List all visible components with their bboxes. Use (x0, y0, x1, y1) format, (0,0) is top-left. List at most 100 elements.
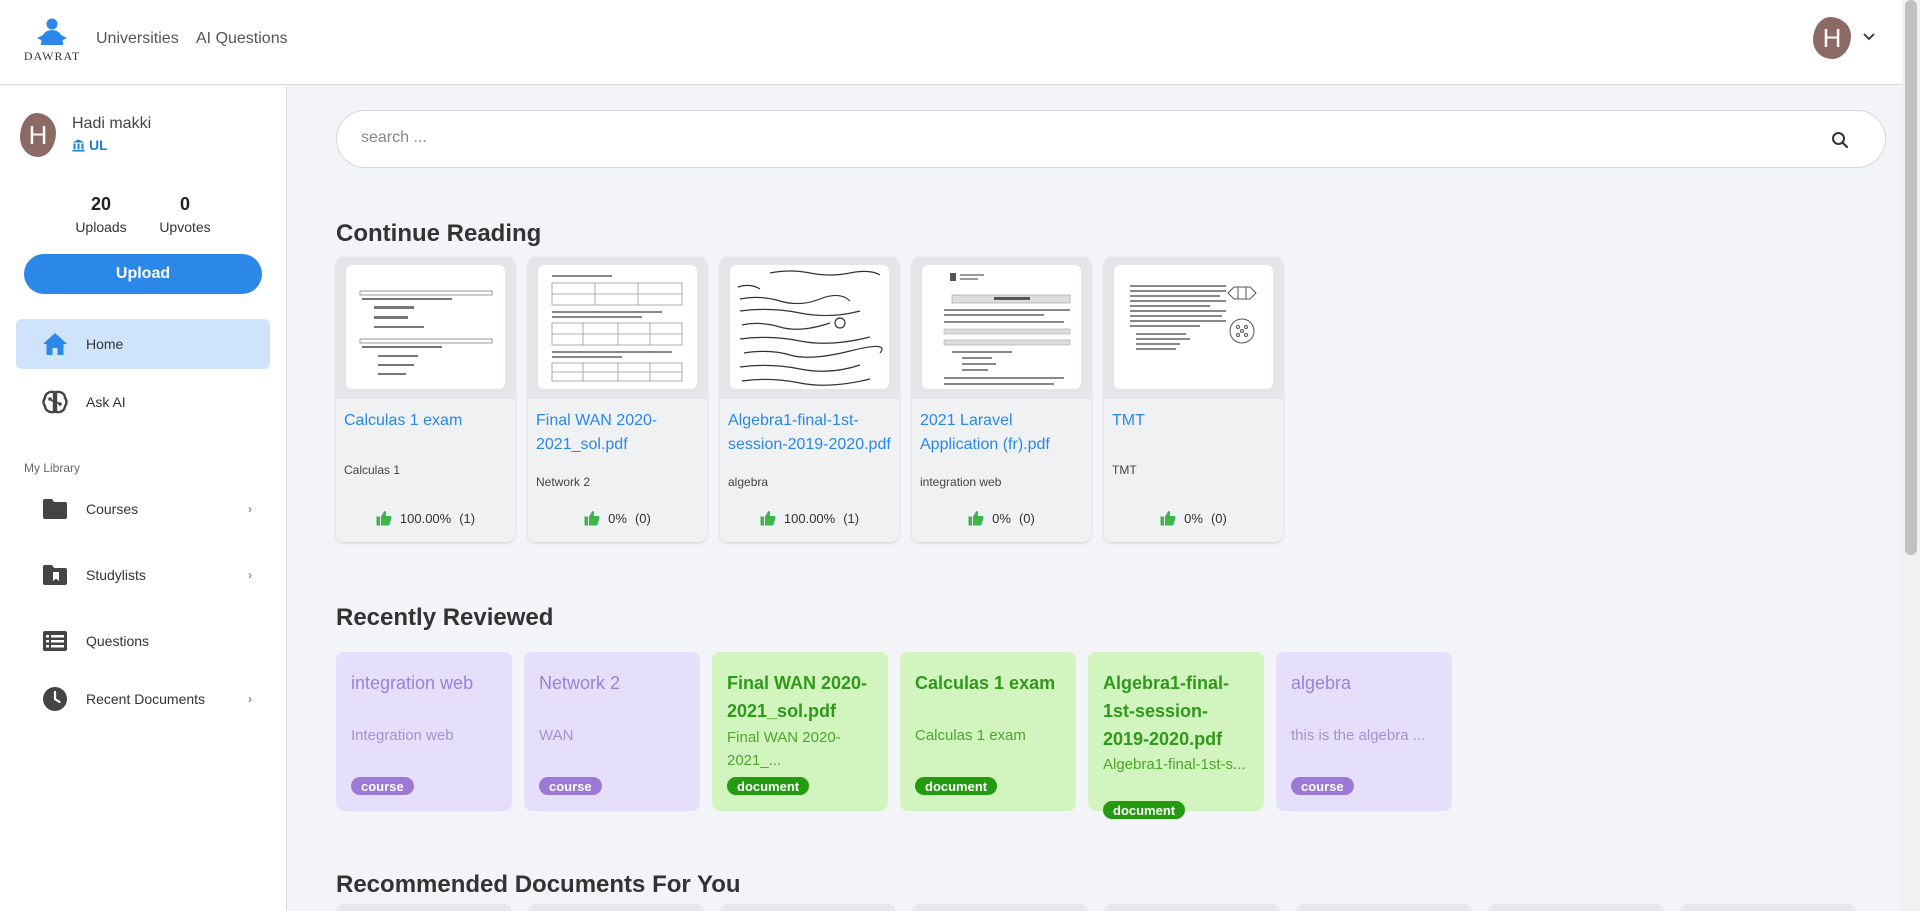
reviewed-course-card[interactable]: algebra this is the algebra ... course (1276, 652, 1452, 811)
document-thumbnail (1114, 265, 1273, 389)
document-title[interactable]: 2021 Laravel Application (fr).pdf (920, 409, 1085, 457)
sidebar-item-ask-ai[interactable]: Ask AI (16, 377, 270, 427)
document-title[interactable]: TMT (1112, 409, 1277, 433)
reviewed-document-card[interactable]: Calculas 1 exam Calculas 1 exam document (900, 652, 1076, 811)
recommended-card[interactable] (720, 904, 896, 911)
sidebar-avatar[interactable]: H (20, 113, 56, 157)
reviewed-subtitle: Final WAN 2020-2021_... (727, 729, 841, 769)
user-university-label: UL (89, 137, 108, 153)
thumbs-up-icon[interactable] (760, 510, 776, 526)
upvotes-label: Upvotes (159, 219, 211, 235)
document-card[interactable]: 2021 Laravel Application (fr).pdf integr… (912, 257, 1091, 542)
thumbs-up-icon[interactable] (584, 510, 600, 526)
reviewed-course-card[interactable]: Network 2 WAN course (524, 652, 700, 811)
user-university[interactable]: UL (72, 137, 108, 153)
logo-icon (37, 18, 67, 45)
document-thumbnail-frame (336, 257, 515, 399)
clock-icon (38, 686, 72, 712)
my-library-heading: My Library (24, 461, 81, 475)
reviewed-subtitle: Integration web (351, 727, 454, 744)
document-title[interactable]: Algebra1-final-1st-session-2019-2020.pdf (728, 409, 893, 457)
user-name: Hadi makki (72, 115, 152, 132)
sidebar-item-courses[interactable]: Courses › (16, 484, 270, 534)
rating-percent: 0% (1184, 510, 1203, 526)
document-card[interactable]: Calculas 1 exam Calculas 1 100.00% (1) (336, 257, 515, 542)
document-thumbnail (730, 265, 889, 389)
document-title[interactable]: Calculas 1 exam (344, 409, 509, 433)
logo-text: DAWRAT (23, 49, 81, 63)
document-rating: 0% (0) (912, 510, 1091, 526)
document-course: Calculas 1 (344, 463, 401, 477)
rating-percent: 100.00% (399, 510, 452, 526)
document-card[interactable]: Algebra1-final-1st-session-2019-2020.pdf… (720, 257, 899, 542)
nav-ai-questions[interactable]: AI Questions (196, 30, 288, 48)
chevron-right-icon: › (248, 692, 252, 706)
recommended-card[interactable] (336, 904, 512, 911)
upload-button[interactable]: Upload (24, 254, 262, 294)
page-scrollbar[interactable] (1902, 0, 1920, 911)
reviewed-document-card[interactable]: Final WAN 2020-2021_sol.pdf Final WAN 20… (712, 652, 888, 811)
reviewed-document-card[interactable]: Algebra1-final-1st-session-2019-2020.pdf… (1088, 652, 1264, 819)
recommended-card[interactable] (912, 904, 1088, 911)
document-rating: 100.00% (1) (336, 510, 515, 526)
recommended-card[interactable] (1680, 904, 1856, 911)
sidebar-item-studylists[interactable]: Studylists › (16, 550, 270, 600)
type-badge: course (1291, 777, 1354, 795)
home-icon (38, 332, 72, 356)
document-rating: 100.00% (1) (720, 510, 899, 526)
sidebar: H Hadi makki UL 20 Uploads 0 Upvotes Upl… (0, 86, 287, 911)
type-badge: course (351, 777, 414, 795)
recommended-card[interactable] (528, 904, 704, 911)
type-badge: document (1103, 801, 1186, 819)
reviewed-course-card[interactable]: integration web Integration web course (336, 652, 512, 811)
document-thumbnail (538, 265, 697, 389)
rating-count: (1) (459, 510, 476, 526)
nav-universities[interactable]: Universities (96, 30, 179, 48)
sidebar-item-label: Ask AI (86, 394, 126, 410)
document-card[interactable]: Final WAN 2020-2021_sol.pdf Network 2 0%… (528, 257, 707, 542)
chevron-down-icon[interactable] (1862, 30, 1876, 44)
continue-reading-heading: Continue Reading (336, 220, 542, 247)
document-thumbnail (922, 265, 1081, 389)
brain-icon (38, 390, 72, 414)
university-icon (72, 139, 85, 151)
sidebar-item-questions[interactable]: Questions (16, 616, 270, 666)
logo[interactable]: DAWRAT (22, 18, 82, 63)
document-thumbnail-frame (528, 257, 707, 399)
type-badge: document (915, 777, 998, 795)
reviewed-title: integration web (351, 673, 474, 693)
rating-count: (0) (634, 510, 651, 526)
scrollbar-thumb[interactable] (1905, 0, 1917, 555)
sidebar-item-label: Home (86, 336, 124, 352)
thumbs-up-icon[interactable] (1160, 510, 1176, 526)
search-input[interactable] (361, 129, 1761, 147)
sidebar-item-recent-documents[interactable]: Recent Documents › (16, 674, 270, 724)
rating-percent: 0% (992, 510, 1011, 526)
recommended-card[interactable] (1296, 904, 1472, 911)
rating-count: (1) (843, 510, 860, 526)
document-card[interactable]: TMT TMT 0% (0) (1104, 257, 1283, 542)
search-icon[interactable] (1831, 131, 1849, 149)
sidebar-item-label: Recent Documents (86, 691, 206, 707)
search-bar (336, 110, 1886, 168)
sidebar-item-label: Courses (86, 501, 139, 517)
reviewed-title: algebra (1291, 673, 1352, 693)
document-course: Network 2 (536, 475, 591, 489)
thumbs-up-icon[interactable] (376, 510, 392, 526)
reviewed-subtitle: Calculas 1 exam (915, 727, 1026, 744)
document-thumbnail-frame (912, 257, 1091, 399)
uploads-label: Uploads (75, 219, 127, 235)
sidebar-item-home[interactable]: Home (16, 319, 270, 369)
document-title[interactable]: Final WAN 2020-2021_sol.pdf (536, 409, 701, 457)
document-course: integration web (920, 475, 1002, 489)
thumbs-up-icon[interactable] (968, 510, 984, 526)
recommended-heading: Recommended Documents For You (336, 871, 741, 898)
type-badge: course (539, 777, 602, 795)
recommended-card[interactable] (1488, 904, 1664, 911)
document-course: algebra (728, 475, 769, 489)
recommended-card[interactable] (1104, 904, 1280, 911)
upvotes-stat: 0 Upvotes (145, 194, 225, 235)
list-icon (38, 630, 72, 652)
user-avatar[interactable]: H (1813, 17, 1851, 59)
reviewed-subtitle: Algebra1-final-1st-s... (1103, 756, 1246, 773)
